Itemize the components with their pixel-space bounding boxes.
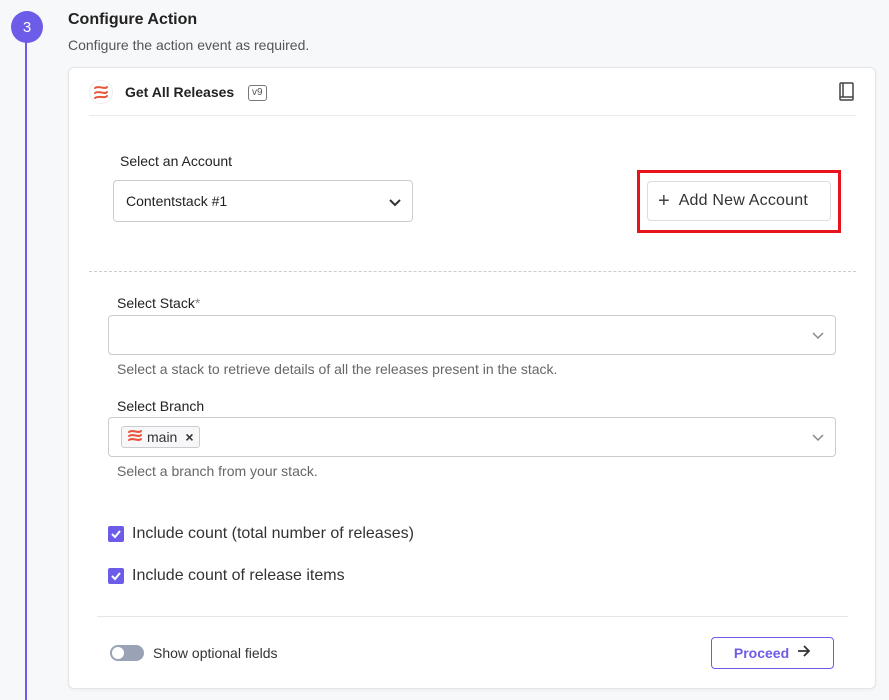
branch-select[interactable]: main × (108, 417, 836, 457)
optional-fields-toggle[interactable] (110, 645, 144, 661)
branch-label: Select Branch (117, 398, 205, 414)
step-number-badge: 3 (11, 11, 43, 43)
chevron-down-icon (811, 430, 825, 444)
chevron-down-icon (388, 195, 402, 209)
configure-action-card: Get All Releases v9 Select an Account Co… (68, 67, 876, 689)
chevron-down-icon (811, 328, 825, 342)
card-header: Get All Releases v9 (89, 68, 856, 116)
add-new-account-label: Add New Account (678, 192, 808, 209)
footer-divider (97, 616, 848, 617)
include-count-option[interactable]: Include count (total number of releases) (108, 525, 414, 543)
stack-help-text: Select a stack to retrieve details of al… (117, 361, 558, 377)
include-item-count-option[interactable]: Include count of release items (108, 567, 345, 585)
account-select[interactable]: Contentstack #1 (113, 180, 413, 222)
book-icon[interactable] (838, 82, 856, 102)
proceed-label: Proceed (733, 645, 790, 661)
branch-chip-label: main (147, 429, 178, 445)
arrow-right-icon (797, 644, 811, 662)
contentstack-logo-icon (89, 80, 113, 104)
toggle-knob (112, 647, 124, 659)
include-count-label: Include count (total number of releases) (132, 525, 414, 542)
branch-chip: main × (121, 426, 200, 448)
stack-select[interactable] (108, 315, 836, 355)
plus-icon: + (658, 190, 670, 212)
include-item-count-label: Include count of release items (132, 567, 345, 584)
section-divider (89, 271, 856, 272)
checkbox-checked-icon[interactable] (108, 526, 124, 542)
account-label: Select an Account (120, 153, 233, 169)
checkbox-checked-icon[interactable] (108, 568, 124, 584)
stack-label: Select Stack* (117, 295, 201, 311)
optional-fields-label: Show optional fields (153, 645, 278, 661)
version-badge: v9 (248, 85, 267, 101)
branch-help-text: Select a branch from your stack. (117, 463, 318, 479)
remove-chip-icon[interactable]: × (185, 429, 193, 445)
add-new-account-button[interactable]: + Add New Account (647, 181, 831, 221)
account-select-value: Contentstack #1 (126, 193, 228, 209)
contentstack-logo-icon (127, 429, 143, 445)
step-connector-line (25, 40, 27, 700)
step-title: Configure Action (68, 11, 198, 28)
action-title: Get All Releases (125, 84, 235, 100)
step-subtitle: Configure the action event as required. (68, 37, 310, 53)
proceed-button[interactable]: Proceed (711, 637, 834, 669)
